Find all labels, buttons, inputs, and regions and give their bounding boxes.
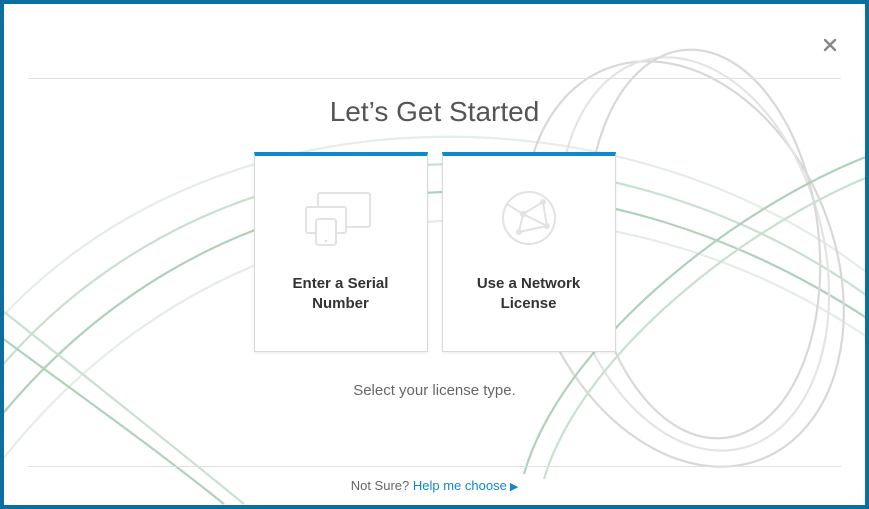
instruction-text: Select your license type.: [4, 382, 865, 399]
divider-top: [28, 78, 841, 79]
divider-bottom: [28, 466, 841, 467]
devices-icon: [302, 178, 380, 258]
license-dialog: Let’s Get Started Enter a Serial Number: [0, 0, 869, 509]
network-icon: [499, 178, 559, 258]
help-me-choose-link[interactable]: Help me choose: [413, 478, 507, 493]
option-network-license[interactable]: Use a Network License: [442, 152, 616, 352]
dialog-title: Let’s Get Started: [4, 96, 865, 128]
option-serial-number[interactable]: Enter a Serial Number: [254, 152, 428, 352]
footer-prompt: Not Sure?: [351, 478, 413, 493]
footer: Not Sure? Help me choose▶: [4, 478, 865, 493]
license-options: Enter a Serial Number: [4, 152, 865, 352]
close-icon[interactable]: [821, 36, 839, 54]
option-label: Use a Network License: [477, 274, 580, 313]
option-label: Enter a Serial Number: [293, 274, 389, 313]
chevron-right-icon: ▶: [510, 481, 518, 493]
